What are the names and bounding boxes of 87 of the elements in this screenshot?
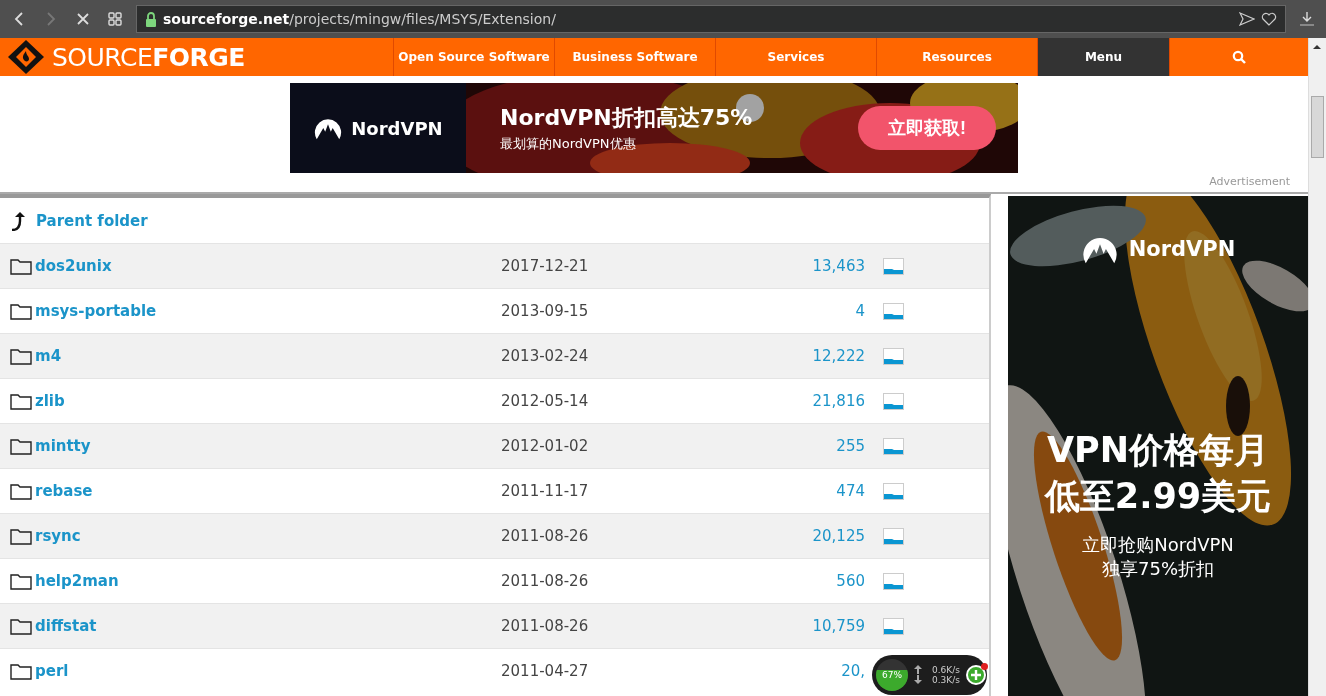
date-cell-text: 2012-01-02 <box>500 437 590 455</box>
date-cell-text: 2012-05-14 <box>500 392 590 410</box>
folder-link[interactable]: msys-portable <box>35 302 157 320</box>
folder-link[interactable]: m4 <box>35 347 62 365</box>
download-graph-icon <box>883 527 904 545</box>
scrollbar[interactable] <box>1308 38 1326 696</box>
search-icon <box>1232 50 1246 64</box>
advertisement-banner[interactable]: NordVPN NordVPN折扣高达75% 最划算的NordVPN优惠 立即获取! <box>290 83 1018 173</box>
download-speed: 0.3K/s <box>932 675 960 685</box>
ad-headline: 低至2.99美元 <box>1044 474 1272 518</box>
side-advertisement[interactable]: NordVPN VPN价格每月 低至2.99美元 立即抢购NordVPN 独享75%折扣 <box>1008 196 1308 696</box>
date-cell-text: 2013-02-24 <box>500 347 590 365</box>
download-icon <box>1299 11 1315 27</box>
date-cell-text: 2011-11-17 <box>500 482 590 500</box>
parent-folder-link[interactable]: Parent folder <box>36 211 148 230</box>
download-count[interactable]: 12,222 <box>681 347 865 365</box>
download-count[interactable]: 560 <box>681 572 865 590</box>
heart-icon[interactable] <box>1261 12 1277 26</box>
brand-name: NordVPN <box>1128 237 1236 261</box>
download-count[interactable]: 4 <box>681 302 865 320</box>
folder-link[interactable]: mintty <box>35 437 91 455</box>
up-arrow-icon <box>10 210 26 231</box>
speed-widget[interactable]: 67% 0.6K/s 0.3K/s <box>872 655 987 695</box>
ad-cta-button[interactable]: 立即获取! <box>858 106 996 150</box>
download-count[interactable]: 10,759 <box>681 617 865 635</box>
advertisement-label: Advertisement <box>1209 175 1290 188</box>
folder-link[interactable]: rsync <box>35 527 81 545</box>
download-graph-icon <box>883 617 904 635</box>
folder-icon <box>10 437 32 455</box>
notification-dot <box>980 663 988 670</box>
download-count[interactable]: 20, <box>681 662 865 680</box>
download-graph-icon <box>883 302 904 320</box>
up-arrow-icon[interactable] <box>1313 44 1321 49</box>
ad-headline: NordVPN折扣高达75% <box>500 104 754 132</box>
folder-link[interactable]: help2man <box>35 572 119 590</box>
folder-icon <box>10 527 32 545</box>
folder-link[interactable]: zlib <box>35 392 65 410</box>
folder-link[interactable]: diffstat <box>35 617 97 635</box>
download-count[interactable]: 13,463 <box>681 257 865 275</box>
chevron-right-icon <box>45 12 57 26</box>
download-graph-icon <box>883 392 904 410</box>
download-count[interactable]: 20,125 <box>681 527 865 545</box>
lock-icon <box>145 11 157 27</box>
folder-link[interactable]: rebase <box>35 482 93 500</box>
folder-link[interactable]: perl <box>35 662 69 680</box>
download-graph-icon <box>883 482 904 500</box>
menu-button[interactable]: Menu <box>1037 38 1169 76</box>
download-count[interactable]: 21,816 <box>681 392 865 410</box>
folder-icon <box>10 257 32 275</box>
folder-icon <box>10 347 32 365</box>
folder-icon <box>10 392 32 410</box>
download-graph-icon <box>883 347 904 365</box>
date-cell-text: 2011-04-27 <box>500 662 590 680</box>
folder-icon <box>10 482 32 500</box>
grid-icon <box>108 12 122 26</box>
plus-icon <box>970 670 981 680</box>
scroll-thumb[interactable] <box>1311 96 1324 158</box>
download-graph-icon <box>883 257 904 275</box>
folder-icon <box>10 302 32 320</box>
folder-icon <box>10 662 32 680</box>
date-cell-text: 2011-08-26 <box>500 527 590 545</box>
ad-text: 独享75%折扣 <box>1102 557 1214 581</box>
date-cell-text: 2011-08-26 <box>500 572 590 590</box>
close-icon <box>76 12 90 26</box>
download-count[interactable]: 474 <box>681 482 865 500</box>
up-arrow-icon <box>914 665 922 674</box>
sourceforge-logo[interactable]: SOURCEFORGE <box>52 42 245 72</box>
ad-headline: VPN价格每月 <box>1047 429 1269 472</box>
down-arrow-icon <box>914 675 922 684</box>
upload-speed: 0.6K/s <box>932 665 960 675</box>
add-button[interactable] <box>965 665 986 685</box>
folder-link[interactable]: dos2unix <box>35 257 112 275</box>
download-count[interactable]: 255 <box>681 437 865 455</box>
date-cell-text: 2017-12-21 <box>500 257 590 275</box>
brand-name: NordVPN <box>351 117 443 139</box>
folder-icon <box>10 617 32 635</box>
date-cell-text: 2011-08-26 <box>500 617 590 635</box>
send-icon[interactable] <box>1239 12 1255 26</box>
usage-gauge: 67% <box>876 659 908 691</box>
ad-subline: 最划算的NordVPN优惠 <box>500 135 637 153</box>
download-graph-icon <box>883 572 904 590</box>
folder-icon <box>10 572 32 590</box>
download-graph-icon <box>883 437 904 455</box>
chevron-left-icon <box>13 12 25 26</box>
ad-text: 立即抢购NordVPN <box>1082 533 1234 557</box>
date-cell-text: 2013-09-15 <box>500 302 590 320</box>
address-field[interactable]: sourceforge.net/projects/mingw/files/MSYS/Extension/ <box>136 5 1286 33</box>
